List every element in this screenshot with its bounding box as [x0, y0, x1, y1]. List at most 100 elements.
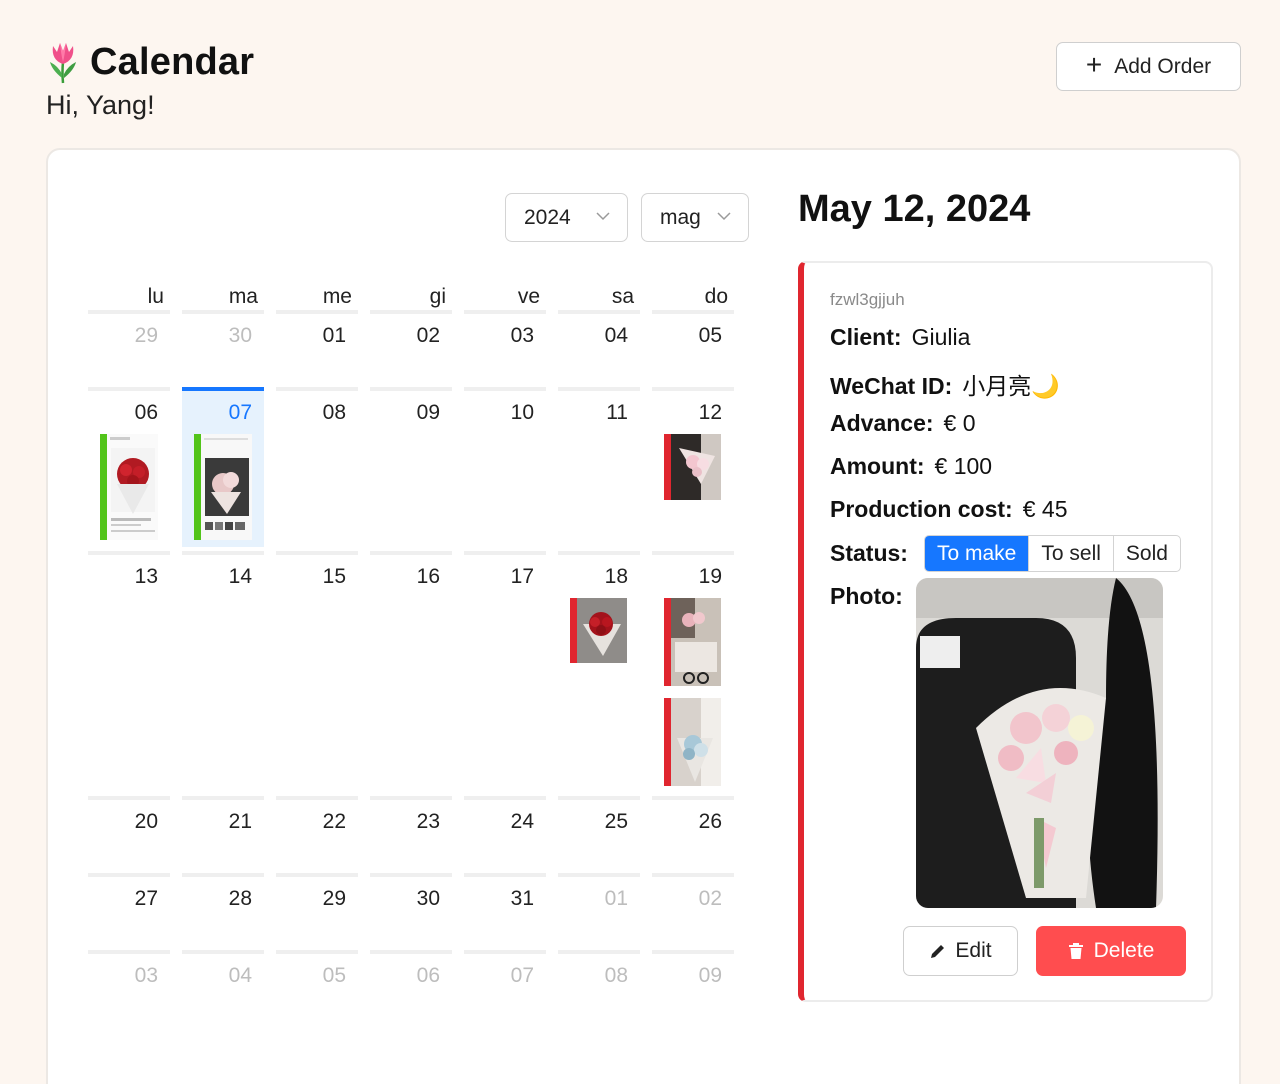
order-thumbnail[interactable]: [664, 598, 721, 686]
calendar-day-cell[interactable]: 08: [276, 387, 358, 547]
client-row: Client: Giulia: [830, 324, 970, 351]
day-number: 09: [698, 964, 722, 987]
calendar-day-cell[interactable]: 24: [464, 796, 546, 869]
page-title: Calendar: [90, 40, 255, 83]
order-thumbnail[interactable]: [100, 434, 158, 540]
calendar-day-cell[interactable]: 29: [276, 873, 358, 946]
calendar-day-cell[interactable]: 21: [182, 796, 264, 869]
day-number: 22: [322, 810, 346, 833]
wechat-row: WeChat ID: 小月亮🌙: [830, 367, 1060, 401]
add-order-button[interactable]: + Add Order: [1056, 42, 1241, 91]
calendar-day-cell[interactable]: 06: [370, 950, 452, 1023]
calendar-day-cell[interactable]: 26: [652, 796, 734, 869]
add-order-label: Add Order: [1114, 54, 1212, 78]
advance-label: Advance:: [830, 410, 934, 436]
year-select[interactable]: 2024: [505, 193, 628, 242]
order-thumbnail[interactable]: [664, 698, 721, 786]
day-number: 08: [322, 401, 346, 424]
day-number: 05: [322, 964, 346, 987]
calendar-day-cell[interactable]: 05: [652, 310, 734, 383]
order-id: fzwl3gjjuh: [830, 290, 905, 309]
order-thumbnail[interactable]: [194, 434, 252, 540]
wechat-value: 小月亮🌙: [962, 373, 1060, 399]
day-number: 02: [416, 324, 440, 347]
day-number: 29: [322, 887, 346, 910]
day-number: 06: [416, 964, 440, 987]
day-number: 04: [228, 964, 252, 987]
order-thumbnail[interactable]: [570, 598, 627, 663]
calendar-day-cell[interactable]: 02: [652, 873, 734, 946]
edit-button[interactable]: Edit: [903, 926, 1018, 976]
calendar-day-cell[interactable]: 18: [558, 551, 640, 792]
order-thumbnail[interactable]: [664, 434, 721, 500]
calendar-day-cell[interactable]: 17: [464, 551, 546, 792]
photo-row: Photo:: [830, 583, 913, 610]
calendar-day-cell[interactable]: 01: [276, 310, 358, 383]
status-option-to-sell[interactable]: To sell: [1028, 536, 1113, 571]
calendar-day-cell[interactable]: 03: [464, 310, 546, 383]
calendar-day-cell[interactable]: 27: [88, 873, 170, 946]
weekday-header: ve: [464, 280, 546, 314]
day-number: 18: [604, 565, 628, 588]
chevron-down-icon: [596, 212, 610, 221]
day-number: 03: [510, 324, 534, 347]
day-number: 20: [134, 810, 158, 833]
calendar-day-cell[interactable]: 23: [370, 796, 452, 869]
calendar-day-cell[interactable]: 15: [276, 551, 358, 792]
day-number: 15: [322, 565, 346, 588]
amount-row: Amount: € 100: [830, 453, 992, 480]
calendar-day-cell[interactable]: 25: [558, 796, 640, 869]
calendar-day-cell[interactable]: 07: [464, 950, 546, 1023]
plus-icon: +: [1085, 49, 1103, 80]
page-header: Calendar Hi, Yang!: [46, 40, 254, 121]
calendar-day-cell[interactable]: 09: [652, 950, 734, 1023]
calendar-day-cell[interactable]: 14: [182, 551, 264, 792]
day-number: 19: [698, 565, 722, 588]
calendar-day-cell[interactable]: 03: [88, 950, 170, 1023]
weekday-header: gi: [370, 280, 452, 314]
calendar-day-cell[interactable]: 11: [558, 387, 640, 547]
day-number: 04: [604, 324, 628, 347]
weekday-header: sa: [558, 280, 640, 314]
tulip-icon: [50, 43, 76, 84]
client-value: Giulia: [911, 324, 971, 350]
day-number: 26: [698, 810, 722, 833]
edit-label: Edit: [955, 939, 992, 962]
delete-button[interactable]: Delete: [1036, 926, 1186, 976]
calendar-day-cell[interactable]: 20: [88, 796, 170, 869]
calendar-day-cell[interactable]: 31: [464, 873, 546, 946]
calendar-day-cell[interactable]: 30: [370, 873, 452, 946]
calendar-day-cell[interactable]: 29: [88, 310, 170, 383]
day-number: 02: [698, 887, 722, 910]
day-number: 24: [510, 810, 534, 833]
calendar-day-cell[interactable]: 05: [276, 950, 358, 1023]
order-photo[interactable]: [916, 578, 1163, 908]
day-number: 06: [134, 401, 158, 424]
calendar-day-cell[interactable]: 02: [370, 310, 452, 383]
calendar-day-cell[interactable]: 13: [88, 551, 170, 792]
month-select[interactable]: mag: [641, 193, 749, 242]
day-number: 08: [604, 964, 628, 987]
calendar-day-cell[interactable]: 08: [558, 950, 640, 1023]
day-number: 23: [416, 810, 440, 833]
calendar-day-cell[interactable]: 01: [558, 873, 640, 946]
year-select-value: 2024: [524, 205, 571, 229]
calendar-day-cell[interactable]: 04: [558, 310, 640, 383]
calendar-day-cell[interactable]: 16: [370, 551, 452, 792]
calendar-day-cell[interactable]: 10: [464, 387, 546, 547]
production-cost-row: Production cost: € 45: [830, 496, 1068, 523]
client-label: Client:: [830, 324, 902, 350]
day-number: 29: [134, 324, 158, 347]
delete-label: Delete: [1093, 939, 1155, 962]
day-number: 09: [416, 401, 440, 424]
weekday-header: ma: [182, 280, 264, 314]
wechat-label: WeChat ID:: [830, 373, 953, 399]
weekday-header: me: [276, 280, 358, 314]
status-option-sold[interactable]: Sold: [1112, 536, 1180, 571]
calendar-day-cell[interactable]: 22: [276, 796, 358, 869]
calendar-day-cell[interactable]: 04: [182, 950, 264, 1023]
calendar-day-cell[interactable]: 30: [182, 310, 264, 383]
status-option-to-make[interactable]: To make: [925, 536, 1029, 571]
calendar-day-cell[interactable]: 09: [370, 387, 452, 547]
calendar-day-cell[interactable]: 28: [182, 873, 264, 946]
